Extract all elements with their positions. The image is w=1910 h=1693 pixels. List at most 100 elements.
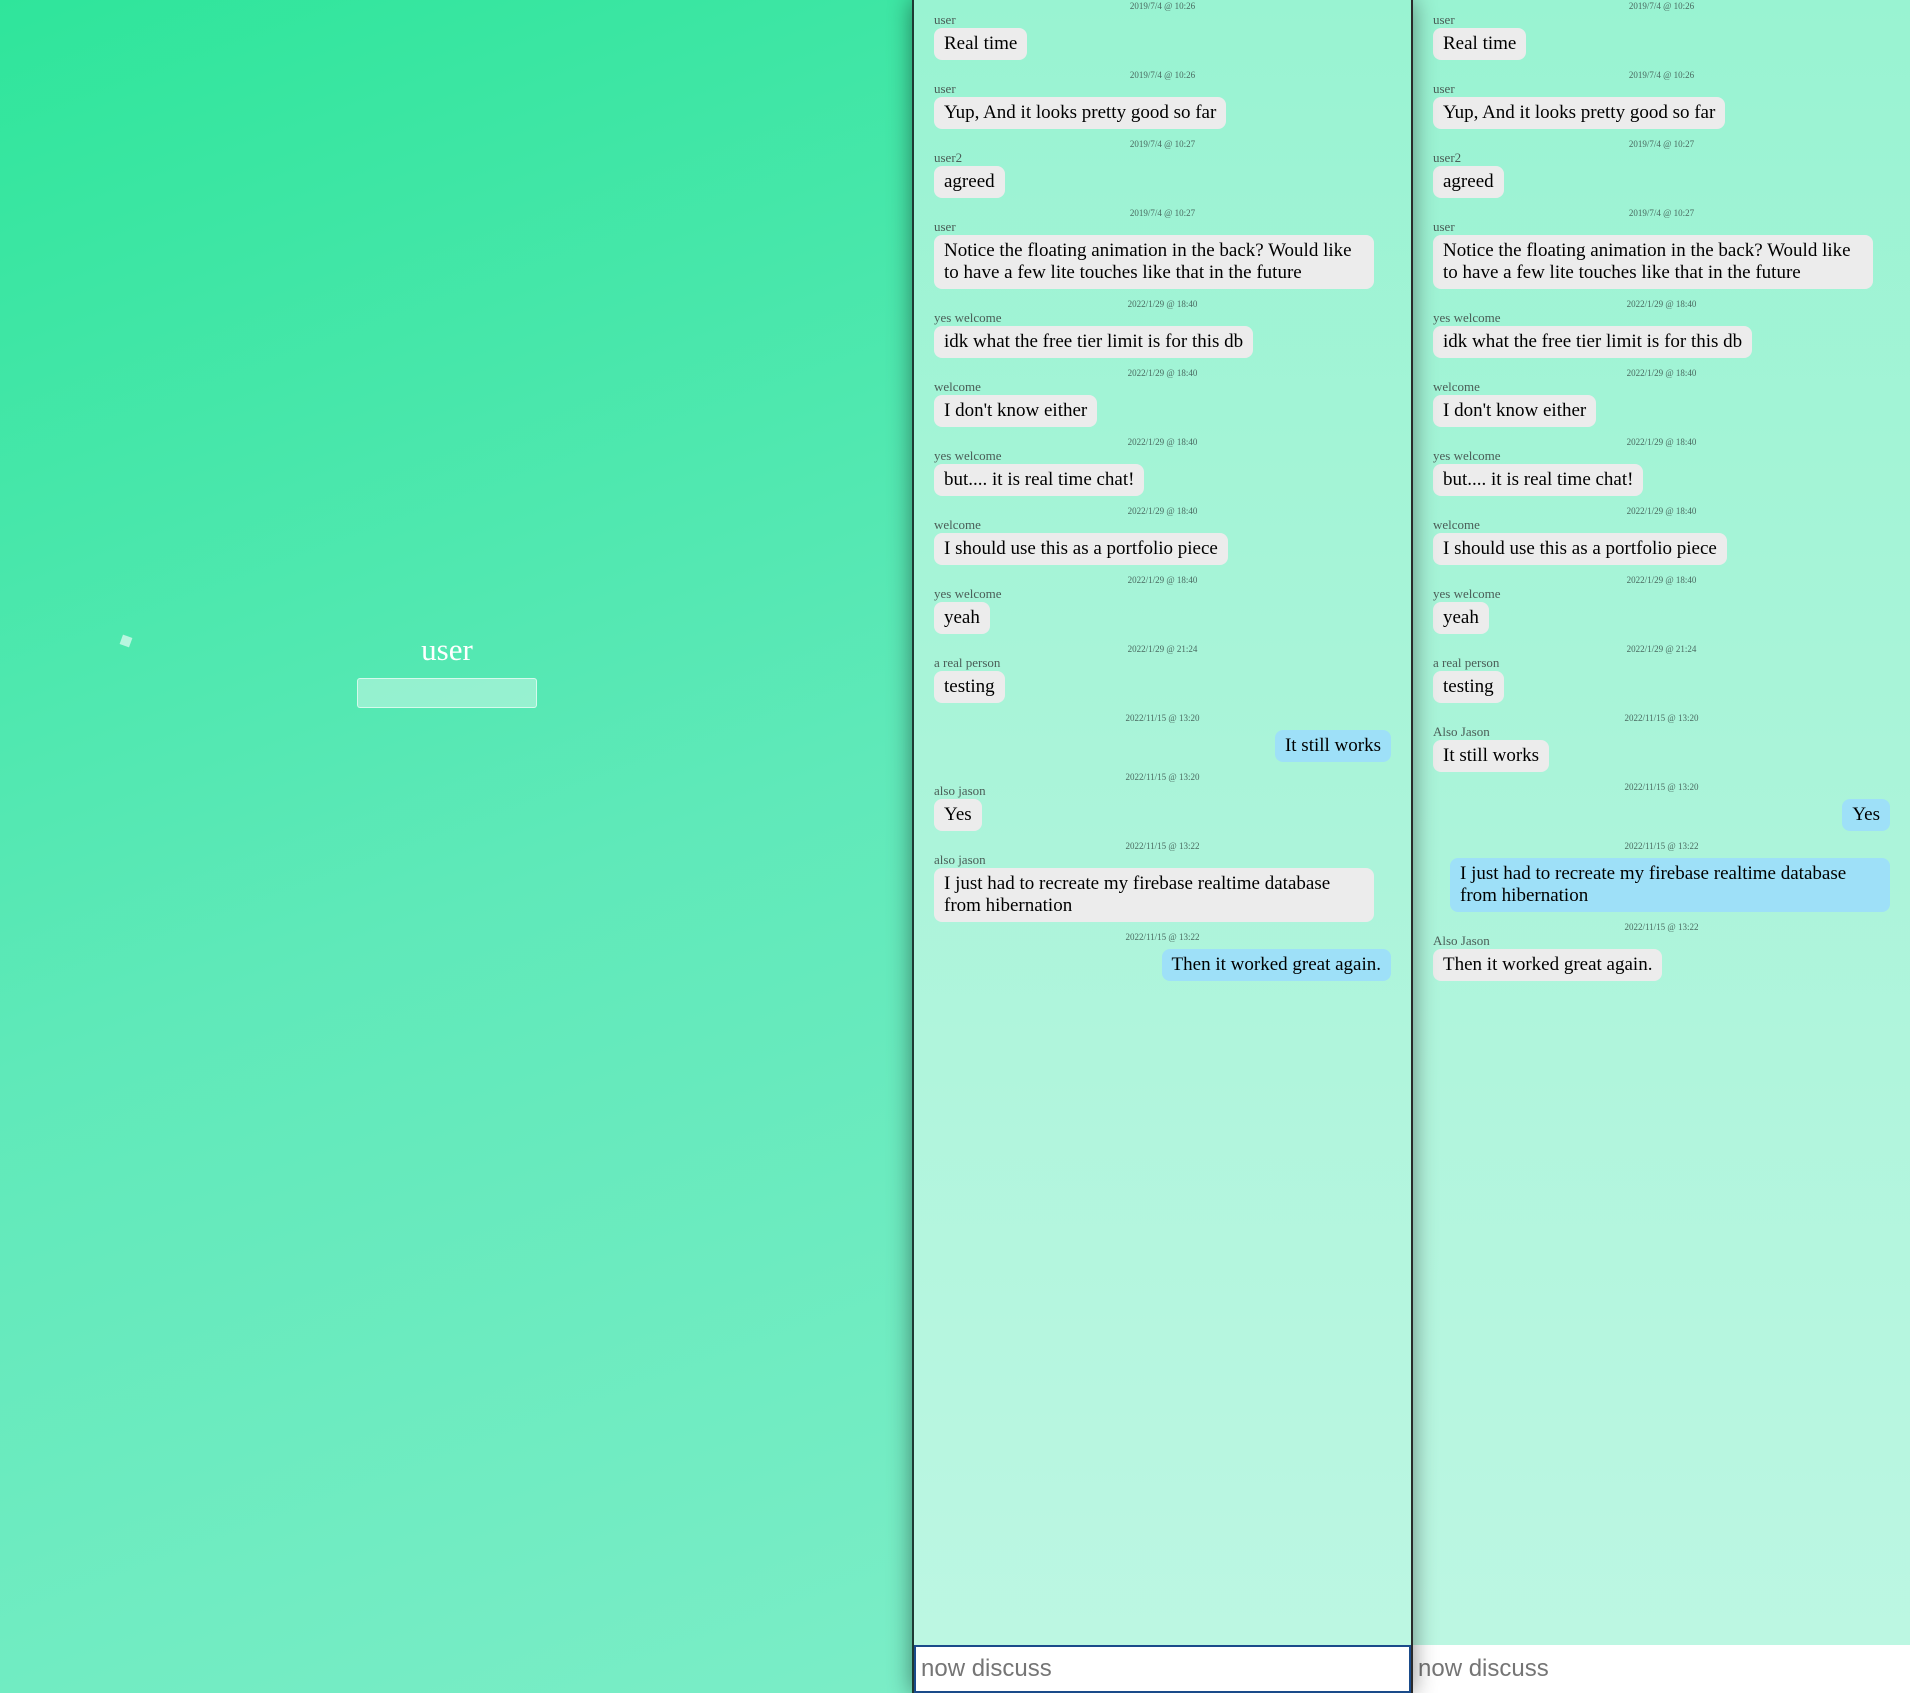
message-timestamp: 2022/1/29 @ 18:40: [1127, 506, 1198, 516]
message-author: a real person: [1433, 655, 1500, 670]
message-bubble: but.... it is real time chat!: [934, 464, 1145, 496]
message-input[interactable]: [1413, 1645, 1910, 1693]
message-bubble: I just had to recreate my firebase realt…: [1450, 858, 1890, 912]
message-input[interactable]: [914, 1645, 1411, 1693]
message-timestamp: 2022/11/15 @ 13:22: [1624, 841, 1699, 851]
message-item: 2019/7/4 @ 10:26 user Real time: [934, 0, 1391, 69]
message-bubble: Real time: [934, 28, 1028, 60]
message-author: user2: [1433, 150, 1462, 165]
message-author: user: [1433, 81, 1455, 96]
message-item: 2022/1/29 @ 18:40 yes welcome yeah: [934, 574, 1391, 643]
message-author: welcome: [1433, 517, 1480, 532]
message-bubble: I don't know either: [1433, 395, 1597, 427]
message-timestamp: 2022/1/29 @ 18:40: [1626, 299, 1697, 309]
message-item: 2022/1/29 @ 18:40 yes welcome but.... it i…: [1433, 436, 1890, 505]
message-timestamp: 2019/7/4 @ 10:26: [1628, 70, 1695, 80]
message-item: 2019/7/4 @ 10:26 user Yup, And it looks pr…: [934, 69, 1391, 138]
message-bubble: Yup, And it looks pretty good so far: [1433, 97, 1726, 129]
message-timestamp: 2022/11/15 @ 13:20: [1624, 713, 1699, 723]
message-item: 2019/7/4 @ 10:27 user2 agreed: [934, 138, 1391, 207]
message-author: also jason: [934, 852, 986, 867]
message-item: 2022/1/29 @ 18:40 welcome I don't know eit…: [934, 367, 1391, 436]
message-author: user: [934, 12, 956, 27]
message-item: 2019/7/4 @ 10:27 user Notice the floating …: [934, 207, 1391, 298]
message-timestamp: 2022/1/29 @ 18:40: [1127, 575, 1198, 585]
chat-pane-secondary: 2019/7/4 @ 10:26 user Real time 2019/7/4 @ …: [1413, 0, 1910, 1693]
message-timestamp: 2019/7/4 @ 10:27: [1628, 208, 1695, 218]
message-timestamp: 2022/1/29 @ 18:40: [1626, 575, 1697, 585]
message-author: user: [1433, 12, 1455, 27]
message-bubble: agreed: [934, 166, 1005, 198]
message-item: 2019/7/4 @ 10:27 user Notice the floating …: [1433, 207, 1890, 298]
message-bubble: testing: [1433, 671, 1504, 703]
message-item: 2022/1/29 @ 21:24 a real person testing: [934, 643, 1391, 712]
message-timestamp: 2022/11/15 @ 13:20: [1125, 713, 1200, 723]
message-item: 2022/11/15 @ 13:22 Also Jason Then it work…: [1433, 921, 1890, 990]
message-bubble: I should use this as a portfolio piece: [934, 533, 1228, 565]
message-bubble: yeah: [934, 602, 990, 634]
message-list[interactable]: 2019/7/4 @ 10:26 user Real time 2019/7/4 @ …: [934, 0, 1391, 990]
message-item: 2019/7/4 @ 10:26 user Yup, And it looks pr…: [1433, 69, 1890, 138]
message-timestamp: 2019/7/4 @ 10:26: [1129, 70, 1196, 80]
message-timestamp: 2019/7/4 @ 10:27: [1129, 139, 1196, 149]
message-author: user: [934, 81, 956, 96]
message-bubble: but.... it is real time chat!: [1433, 464, 1644, 496]
message-author: welcome: [934, 379, 981, 394]
message-item: 2022/11/15 @ 13:20 Yes: [1433, 781, 1890, 840]
message-item: 2022/1/29 @ 18:40 yes welcome yeah: [1433, 574, 1890, 643]
message-bubble: testing: [934, 671, 1005, 703]
message-item: 2022/11/15 @ 13:22 Then it worked great a…: [934, 931, 1391, 990]
message-timestamp: 2022/1/29 @ 21:24: [1626, 644, 1697, 654]
message-author: Also Jason: [1433, 933, 1490, 948]
message-timestamp: 2022/1/29 @ 18:40: [1127, 299, 1198, 309]
message-timestamp: 2022/1/29 @ 18:40: [1626, 437, 1697, 447]
message-bubble: Yes: [934, 799, 982, 831]
message-item: 2022/11/15 @ 13:22 I just had to recreate…: [1433, 840, 1890, 921]
message-timestamp: 2022/1/29 @ 18:40: [1127, 437, 1198, 447]
message-timestamp: 2022/11/15 @ 13:20: [1125, 772, 1200, 782]
message-bubble: idk what the free tier limit is for this…: [1433, 326, 1753, 358]
message-timestamp: 2022/11/15 @ 13:22: [1125, 841, 1200, 851]
message-author: welcome: [1433, 379, 1480, 394]
message-item: 2022/11/15 @ 13:22 also jason I just had t…: [934, 840, 1391, 931]
message-timestamp: 2022/1/29 @ 18:40: [1127, 368, 1198, 378]
message-item: 2022/1/29 @ 18:40 welcome I should use thi…: [1433, 505, 1890, 574]
message-author: yes welcome: [1433, 310, 1501, 325]
message-author: Also Jason: [1433, 724, 1490, 739]
message-item: 2022/1/29 @ 18:40 yes welcome idk what the…: [1433, 298, 1890, 367]
message-author: also jason: [934, 783, 986, 798]
message-author: user2: [934, 150, 963, 165]
message-list[interactable]: 2019/7/4 @ 10:26 user Real time 2019/7/4 @ …: [1433, 0, 1890, 990]
message-bubble: agreed: [1433, 166, 1504, 198]
message-author: user: [934, 219, 956, 234]
message-item: 2022/11/15 @ 13:20 also jason Yes: [934, 771, 1391, 840]
message-author: yes welcome: [1433, 448, 1501, 463]
username-input[interactable]: [357, 678, 537, 708]
message-bubble: idk what the free tier limit is for this…: [934, 326, 1254, 358]
message-item: 2019/7/4 @ 10:26 user Real time: [1433, 0, 1890, 69]
login-area: user: [0, 0, 912, 1693]
message-item: 2022/11/15 @ 13:20 Also Jason It still wor…: [1433, 712, 1890, 781]
message-bubble: I should use this as a portfolio piece: [1433, 533, 1727, 565]
username-label: user: [421, 632, 473, 667]
message-item: 2022/1/29 @ 18:40 yes welcome idk what the…: [934, 298, 1391, 367]
message-author: welcome: [934, 517, 981, 532]
message-bubble: I just had to recreate my firebase realt…: [934, 868, 1374, 922]
message-author: user: [1433, 219, 1455, 234]
message-author: a real person: [934, 655, 1001, 670]
message-item: 2022/11/15 @ 13:20 It still works: [934, 712, 1391, 771]
message-timestamp: 2019/7/4 @ 10:27: [1129, 208, 1196, 218]
message-bubble: Real time: [1433, 28, 1527, 60]
message-bubble: Then it worked great again.: [1161, 949, 1391, 981]
message-timestamp: 2019/7/4 @ 10:26: [1129, 1, 1196, 11]
message-bubble: Yup, And it looks pretty good so far: [934, 97, 1227, 129]
message-bubble: It still works: [1433, 740, 1550, 772]
message-timestamp: 2022/1/29 @ 21:24: [1127, 644, 1198, 654]
message-author: yes welcome: [934, 586, 1002, 601]
message-timestamp: 2022/11/15 @ 13:22: [1624, 922, 1699, 932]
message-bubble: Then it worked great again.: [1433, 949, 1663, 981]
chat-pane-primary: 2019/7/4 @ 10:26 user Real time 2019/7/4 @ …: [912, 0, 1413, 1693]
message-item: 2019/7/4 @ 10:27 user2 agreed: [1433, 138, 1890, 207]
message-bubble: yeah: [1433, 602, 1489, 634]
message-timestamp: 2019/7/4 @ 10:26: [1628, 1, 1695, 11]
